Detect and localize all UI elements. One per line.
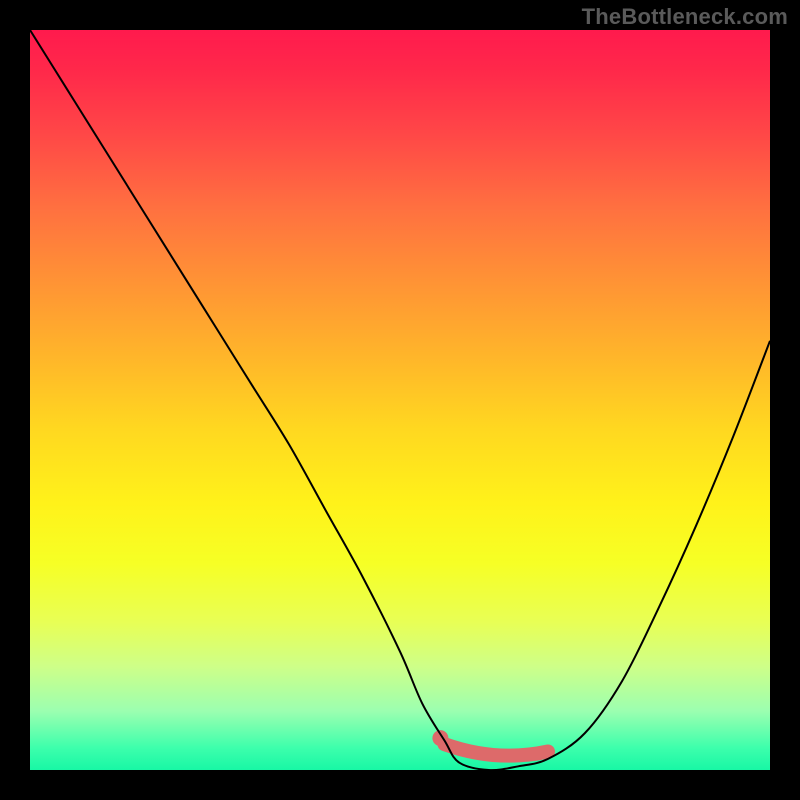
- bottleneck-curve: [30, 30, 770, 770]
- plot-area: [30, 30, 770, 770]
- chart-overlay: [30, 30, 770, 770]
- watermark-text: TheBottleneck.com: [582, 4, 788, 30]
- optimal-band-marker: [444, 744, 548, 756]
- chart-frame: TheBottleneck.com: [0, 0, 800, 800]
